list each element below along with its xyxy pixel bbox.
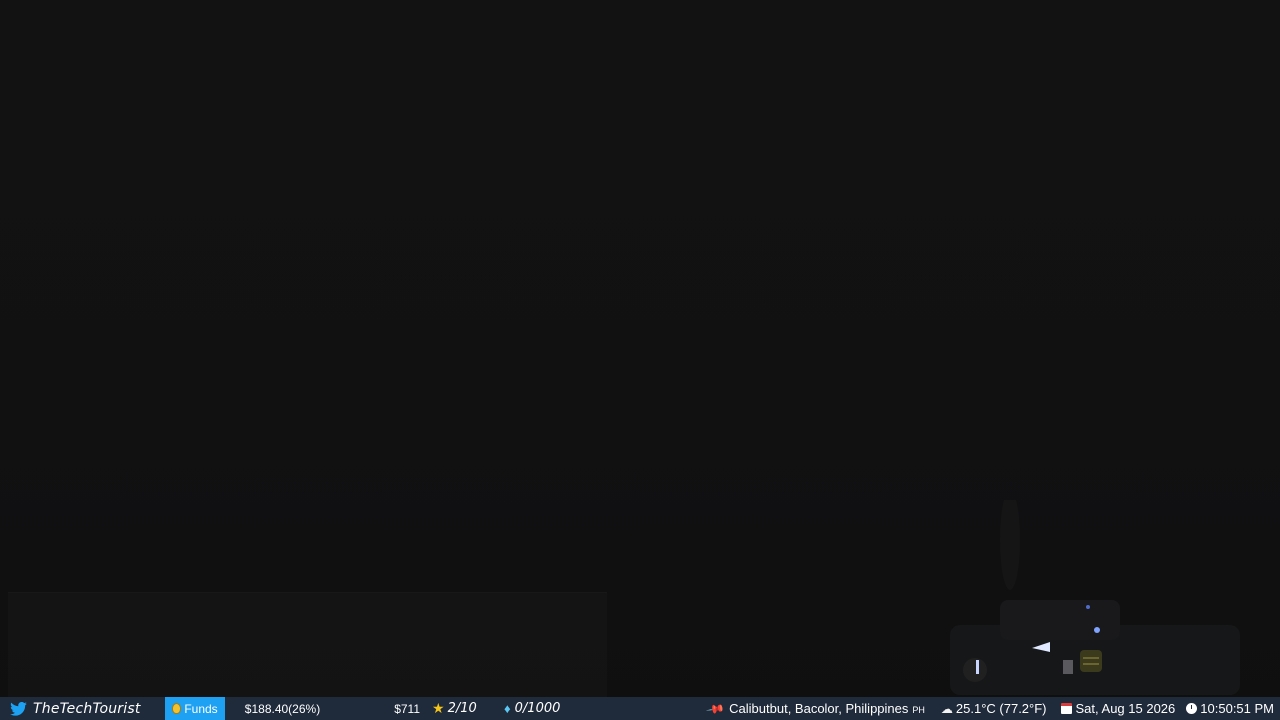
chat-overlay-panel: [8, 592, 607, 697]
diamond-icon: ♦: [504, 701, 511, 716]
time-text: 10:50:51 PM: [1200, 701, 1274, 716]
star-icon: ★: [432, 700, 445, 716]
location: 📌 Calibutbut, Bacolor, Philippines PH: [705, 697, 941, 720]
star-count-text: 2/10: [447, 701, 477, 716]
video-stream: TheTechTourist Funds $188.40(26%) $711 ★…: [0, 0, 1280, 720]
star-counter: ★ 2/10: [432, 697, 504, 720]
twitter-bird-icon: [10, 701, 27, 716]
funds-amount: $188.40(26%): [244, 701, 321, 716]
country-code: PH: [912, 704, 925, 715]
clock-icon: [1186, 703, 1198, 714]
weather: ☁ 25.1°C (77.2°F): [941, 697, 1061, 720]
funds-label: Funds: [184, 701, 218, 716]
pushpin-icon: 📌: [705, 698, 726, 719]
stream-status-bar: TheTechTourist Funds $188.40(26%) $711 ★…: [0, 697, 1280, 720]
funds-badge: Funds: [165, 697, 225, 720]
money-bag-icon: [172, 703, 182, 714]
date: Sat, Aug 15 2026: [1060, 697, 1187, 720]
twitter-handle: TheTechTourist: [0, 697, 155, 720]
date-text: Sat, Aug 15 2026: [1075, 701, 1176, 716]
funds-goal: $711: [394, 701, 420, 716]
gem-count-text: 0/1000: [514, 701, 561, 716]
weather-text: 25.1°C (77.2°F): [955, 701, 1047, 716]
gem-counter: ♦ 0/1000: [504, 697, 624, 720]
night-scene-vehicle: [950, 500, 1240, 695]
twitter-handle-text: TheTechTourist: [33, 700, 141, 717]
cloud-icon: ☁: [940, 701, 953, 716]
location-text: Calibutbut, Bacolor, Philippines: [729, 701, 909, 716]
calendar-icon: [1060, 703, 1072, 714]
clock: 10:50:51 PM: [1186, 697, 1280, 720]
